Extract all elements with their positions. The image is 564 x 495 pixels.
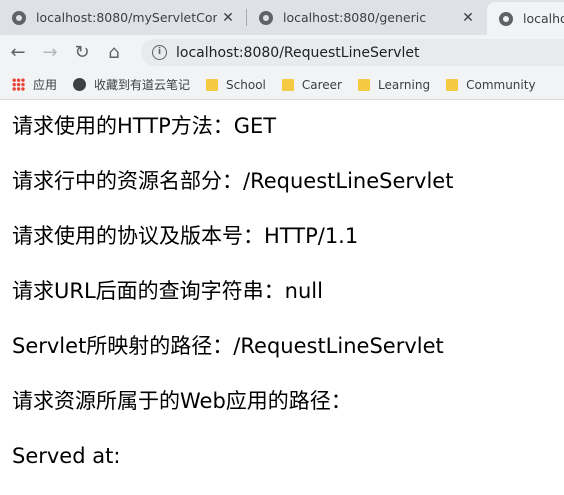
- home-button[interactable]: ⌂: [100, 39, 128, 67]
- tab-title: localhost:8080/RequestLineServlet: [523, 11, 564, 26]
- globe-icon: [259, 10, 273, 25]
- apps-icon: [12, 78, 25, 91]
- arrow-left-icon: ←: [10, 42, 26, 63]
- info-icon[interactable]: i: [152, 45, 167, 60]
- home-icon: ⌂: [108, 42, 120, 63]
- folder-icon: [357, 78, 370, 91]
- served-at-line: Served at:: [12, 444, 121, 468]
- globe-icon: [499, 11, 513, 26]
- arrow-right-icon: →: [42, 42, 58, 63]
- reload-button[interactable]: ↻: [68, 39, 96, 67]
- folder-icon: [281, 78, 294, 91]
- bookmark-label: School: [226, 77, 266, 92]
- protocol-version-line: 请求使用的协议及版本号：HTTP/1.1: [12, 224, 359, 248]
- bookmark-youdao-note[interactable]: 收藏到有道云笔记: [73, 76, 190, 93]
- browser-toolbar: ← → ↻ ⌂ i localhost:8080/RequestLineServ…: [0, 35, 564, 70]
- context-path-line: 请求资源所属于的Web应用的路径：: [12, 389, 352, 413]
- tab-requestlineservlet[interactable]: localhost:8080/RequestLineServlet: [487, 2, 564, 35]
- http-method-line: 请求使用的HTTP方法：GET: [12, 114, 277, 138]
- bookmark-career[interactable]: Career: [281, 77, 342, 92]
- address-bar[interactable]: i localhost:8080/RequestLineServlet: [141, 39, 564, 66]
- bookmark-label: Learning: [377, 77, 431, 92]
- page-content: 请求使用的HTTP方法：GET 请求行中的资源名部分：/RequestLineS…: [12, 99, 564, 484]
- close-icon[interactable]: ✕: [217, 10, 239, 26]
- bookmark-label: 应用: [33, 78, 58, 92]
- bookmark-community[interactable]: Community: [446, 77, 536, 92]
- folder-icon: [446, 78, 459, 91]
- bookmark-label: Community: [466, 77, 536, 92]
- query-string-line: 请求URL后面的查询字符串：null: [12, 279, 323, 303]
- url-text[interactable]: localhost:8080/RequestLineServlet: [176, 45, 419, 61]
- bookmark-school[interactable]: School: [206, 78, 266, 92]
- tab-strip: localhost:8080/myServletConfig ✕ localho…: [0, 0, 564, 35]
- bookmark-label: Career: [301, 77, 342, 92]
- bookmark-label: 收藏到有道云笔记: [94, 78, 191, 92]
- folder-icon: [206, 78, 219, 91]
- bookmarks-bar: 应用 收藏到有道云笔记 School Career Learning Commu…: [0, 70, 564, 100]
- bookmark-apps[interactable]: 应用: [12, 76, 57, 93]
- globe-icon: [73, 78, 87, 91]
- reload-icon: ↻: [74, 42, 90, 63]
- resource-name-line: 请求行中的资源名部分：/RequestLineServlet: [12, 169, 454, 193]
- servlet-path-line: Servlet所映射的路径：/RequestLineServlet: [12, 334, 444, 358]
- globe-icon: [12, 10, 26, 25]
- bookmark-learning[interactable]: Learning: [357, 77, 431, 92]
- tab-title: localhost:8080/myServletConfig: [36, 10, 217, 25]
- forward-button[interactable]: →: [36, 39, 64, 67]
- tab-title: localhost:8080/generic: [283, 10, 427, 25]
- tab-myservletconfig[interactable]: localhost:8080/myServletConfig ✕: [0, 0, 247, 35]
- tab-generic[interactable]: localhost:8080/generic ✕: [247, 0, 487, 35]
- back-button[interactable]: ←: [4, 39, 32, 67]
- close-icon[interactable]: ✕: [457, 10, 479, 26]
